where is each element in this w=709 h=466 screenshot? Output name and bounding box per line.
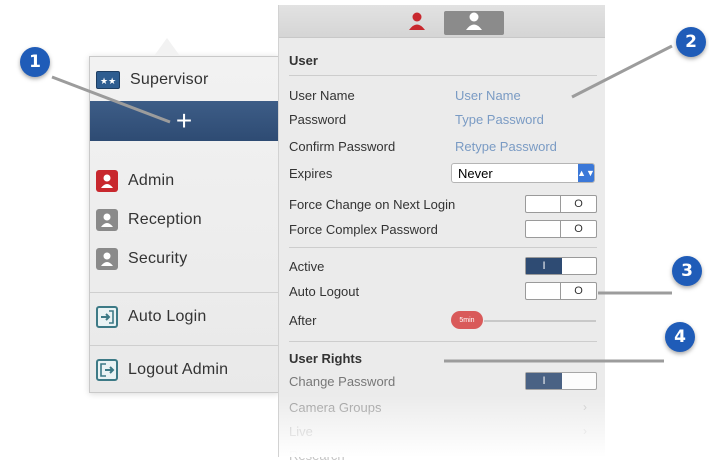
- callout-3: 3: [672, 256, 702, 286]
- callout-1: 1: [20, 47, 50, 77]
- callout-4: 4: [665, 322, 695, 352]
- leader-2: [571, 44, 673, 99]
- leader-1: [51, 75, 171, 124]
- callout-2: 2: [676, 27, 706, 57]
- callout-leaders: [51, 44, 673, 363]
